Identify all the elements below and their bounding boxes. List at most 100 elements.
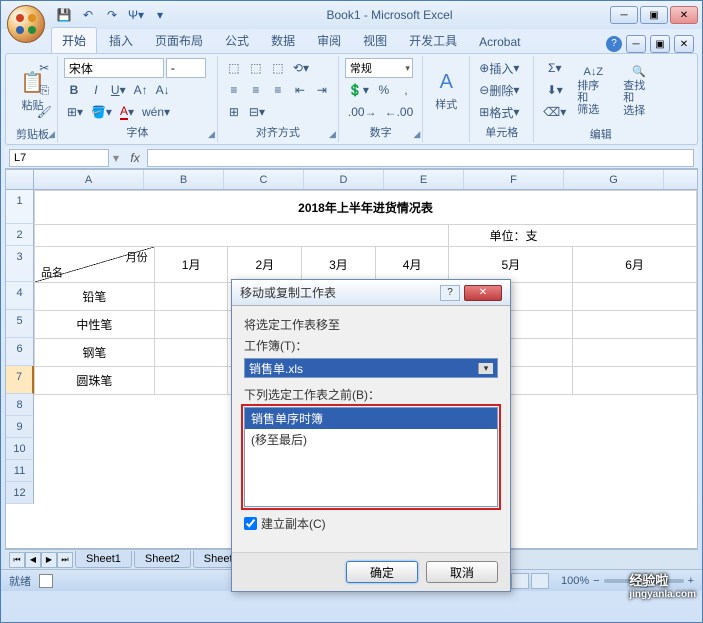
styles-button[interactable]: A 样式: [429, 58, 463, 124]
row-header[interactable]: 1: [6, 190, 34, 224]
cell[interactable]: [573, 367, 697, 395]
clear-icon[interactable]: ⌫▾: [540, 102, 569, 122]
view-page-layout-icon[interactable]: [511, 573, 529, 589]
underline-button[interactable]: U▾: [108, 80, 129, 100]
cell[interactable]: 2月: [228, 247, 302, 283]
tab-formulas[interactable]: 公式: [215, 28, 259, 53]
tab-acrobat[interactable]: Acrobat: [469, 31, 530, 53]
sheet-nav-last-icon[interactable]: ⏭: [57, 552, 73, 568]
cell[interactable]: [35, 225, 449, 247]
dialog-close-button[interactable]: ✕: [464, 285, 502, 301]
comma-icon[interactable]: ,: [396, 80, 416, 100]
tab-page-layout[interactable]: 页面布局: [145, 28, 213, 53]
number-format-combo[interactable]: 常规: [345, 58, 413, 78]
row-header[interactable]: 4: [6, 282, 34, 310]
orientation-icon[interactable]: ⟲▾: [290, 58, 312, 78]
borders-button[interactable]: ⊞▾: [64, 102, 86, 122]
tab-developer[interactable]: 开发工具: [399, 28, 467, 53]
font-color-button[interactable]: A▾: [117, 102, 137, 122]
cell[interactable]: 圆珠笔: [35, 367, 155, 395]
cell[interactable]: 4月: [375, 247, 449, 283]
bold-button[interactable]: B: [64, 80, 84, 100]
cut-icon[interactable]: ✂: [34, 58, 55, 78]
number-dialog-launcher[interactable]: ◢: [413, 129, 420, 140]
minimize-button[interactable]: ─: [610, 6, 638, 24]
decrease-decimal-icon[interactable]: ←.00: [382, 102, 417, 122]
format-cells-button[interactable]: ⊞ 格式▾: [476, 102, 522, 122]
align-top-icon[interactable]: ⬚: [224, 58, 244, 78]
row-header[interactable]: 12: [6, 482, 34, 504]
row-header[interactable]: 6: [6, 338, 34, 366]
sort-filter-button[interactable]: A↓Z 排序和 筛选: [571, 58, 615, 124]
align-bottom-icon[interactable]: ⬚: [268, 58, 288, 78]
row-header[interactable]: 9: [6, 416, 34, 438]
zoom-level[interactable]: 100%: [561, 575, 589, 587]
ok-button[interactable]: 确定: [346, 561, 418, 583]
sheet-tab[interactable]: Sheet2: [134, 551, 191, 568]
row-header[interactable]: 2: [6, 224, 34, 246]
dialog-help-button[interactable]: ?: [440, 285, 460, 301]
font-dialog-launcher[interactable]: ◢: [208, 129, 215, 140]
cell[interactable]: 中性笔: [35, 311, 155, 339]
find-select-button[interactable]: 🔍 查找和 选择: [617, 58, 661, 124]
italic-button[interactable]: I: [86, 80, 106, 100]
cell[interactable]: 6月: [573, 247, 697, 283]
shrink-font-icon[interactable]: A↓: [153, 80, 173, 100]
fill-color-button[interactable]: 🪣▾: [88, 102, 115, 122]
tab-view[interactable]: 视图: [353, 28, 397, 53]
cell[interactable]: 3月: [302, 247, 376, 283]
percent-icon[interactable]: %: [374, 80, 394, 100]
tab-data[interactable]: 数据: [261, 28, 305, 53]
autosum-icon[interactable]: Σ▾: [540, 58, 569, 78]
font-name-combo[interactable]: [64, 58, 164, 78]
row-header[interactable]: 7: [6, 366, 34, 394]
decrease-indent-icon[interactable]: ⇤: [290, 80, 310, 100]
ribbon-minimize-button[interactable]: ─: [626, 35, 646, 53]
cancel-button[interactable]: 取消: [426, 561, 498, 583]
cell[interactable]: [154, 283, 228, 311]
currency-icon[interactable]: 💲▾: [345, 80, 372, 100]
name-box-dropdown-icon[interactable]: ▾: [109, 151, 123, 165]
col-header[interactable]: F: [464, 170, 564, 189]
name-box[interactable]: L7: [9, 149, 109, 167]
delete-cells-button[interactable]: ⊖ 删除▾: [476, 80, 522, 100]
col-header[interactable]: A: [34, 170, 144, 189]
list-item[interactable]: (移至最后): [245, 429, 497, 450]
cell[interactable]: [154, 311, 228, 339]
tab-home[interactable]: 开始: [51, 27, 97, 53]
sheet-nav-prev-icon[interactable]: ◀: [25, 552, 41, 568]
fx-button[interactable]: fx: [123, 149, 147, 167]
align-left-icon[interactable]: ≡: [224, 80, 244, 100]
zoom-out-button[interactable]: −: [593, 575, 599, 587]
undo-icon[interactable]: ↶: [79, 6, 97, 24]
row-header[interactable]: 3: [6, 246, 34, 282]
workbook-combo[interactable]: 销售单.xls: [244, 358, 498, 378]
row-header[interactable]: 10: [6, 438, 34, 460]
col-header[interactable]: G: [564, 170, 664, 189]
copy-icon[interactable]: ⎘: [34, 80, 55, 100]
help-icon[interactable]: ?: [606, 36, 622, 52]
font-size-combo[interactable]: [166, 58, 206, 78]
save-icon[interactable]: 💾: [55, 6, 73, 24]
cell[interactable]: [573, 283, 697, 311]
sheet-nav-first-icon[interactable]: ⏮: [9, 552, 25, 568]
formula-input[interactable]: [147, 149, 694, 167]
create-copy-checkbox[interactable]: 建立副本(C): [244, 515, 498, 532]
row-header[interactable]: 5: [6, 310, 34, 338]
align-center-icon[interactable]: ≡: [246, 80, 266, 100]
col-header[interactable]: C: [224, 170, 304, 189]
cell[interactable]: [573, 339, 697, 367]
cell[interactable]: 钢笔: [35, 339, 155, 367]
wrap-text-button[interactable]: ⊞: [224, 102, 244, 122]
maximize-button[interactable]: ▣: [640, 6, 668, 24]
office-button[interactable]: [7, 5, 45, 43]
qat-customize-icon[interactable]: ▾: [151, 6, 169, 24]
col-header[interactable]: D: [304, 170, 384, 189]
macro-record-icon[interactable]: [39, 574, 53, 588]
format-painter-icon[interactable]: 🖌: [34, 102, 55, 122]
row-header[interactable]: 11: [6, 460, 34, 482]
workbook-close-button[interactable]: ✕: [674, 35, 694, 53]
checkbox-input[interactable]: [244, 517, 257, 530]
grow-font-icon[interactable]: A↑: [131, 80, 151, 100]
cell-diagonal[interactable]: 月份 品名: [35, 247, 155, 283]
